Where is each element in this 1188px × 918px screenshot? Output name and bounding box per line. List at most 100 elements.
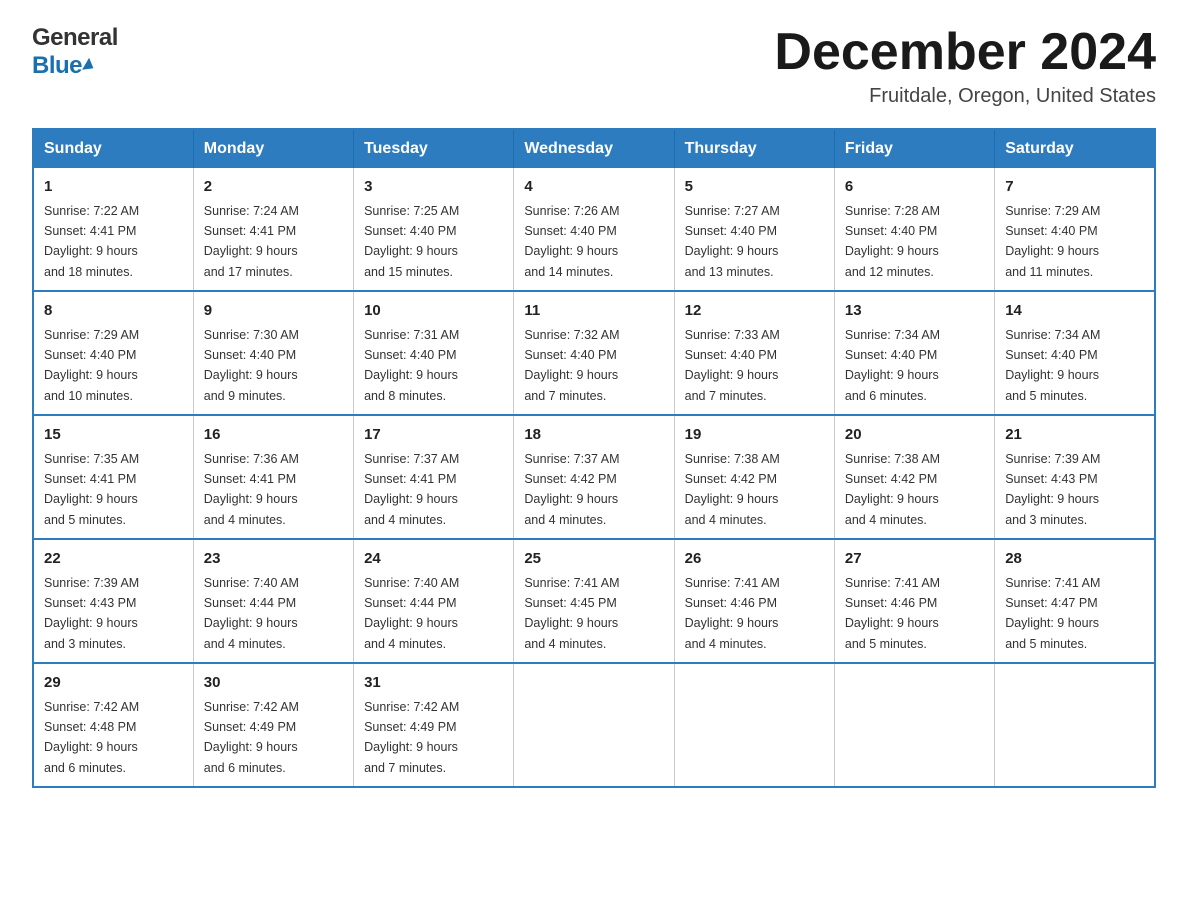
day-info: Sunrise: 7:34 AMSunset: 4:40 PMDaylight:… [845, 328, 940, 403]
title-area: December 2024 Fruitdale, Oregon, United … [774, 24, 1156, 108]
day-info: Sunrise: 7:42 AMSunset: 4:49 PMDaylight:… [204, 700, 299, 775]
day-number: 8 [44, 300, 183, 323]
column-header-tuesday: Tuesday [354, 129, 514, 168]
day-info: Sunrise: 7:42 AMSunset: 4:48 PMDaylight:… [44, 700, 139, 775]
calendar-cell: 4 Sunrise: 7:26 AMSunset: 4:40 PMDayligh… [514, 168, 674, 291]
day-number: 9 [204, 300, 343, 323]
calendar-cell: 30 Sunrise: 7:42 AMSunset: 4:49 PMDaylig… [193, 663, 353, 787]
day-number: 25 [524, 548, 663, 571]
calendar-cell: 2 Sunrise: 7:24 AMSunset: 4:41 PMDayligh… [193, 168, 353, 291]
calendar-cell [995, 663, 1155, 787]
day-number: 2 [204, 176, 343, 199]
calendar-cell: 1 Sunrise: 7:22 AMSunset: 4:41 PMDayligh… [33, 168, 193, 291]
day-number: 21 [1005, 424, 1144, 447]
day-info: Sunrise: 7:41 AMSunset: 4:47 PMDaylight:… [1005, 576, 1100, 651]
calendar-cell: 29 Sunrise: 7:42 AMSunset: 4:48 PMDaylig… [33, 663, 193, 787]
day-number: 17 [364, 424, 503, 447]
day-number: 26 [685, 548, 824, 571]
calendar-week-row: 1 Sunrise: 7:22 AMSunset: 4:41 PMDayligh… [33, 168, 1155, 291]
day-info: Sunrise: 7:40 AMSunset: 4:44 PMDaylight:… [204, 576, 299, 651]
day-info: Sunrise: 7:40 AMSunset: 4:44 PMDaylight:… [364, 576, 459, 651]
day-info: Sunrise: 7:34 AMSunset: 4:40 PMDaylight:… [1005, 328, 1100, 403]
calendar-cell: 11 Sunrise: 7:32 AMSunset: 4:40 PMDaylig… [514, 291, 674, 415]
day-number: 10 [364, 300, 503, 323]
day-number: 5 [685, 176, 824, 199]
month-title: December 2024 [774, 24, 1156, 81]
calendar-cell: 25 Sunrise: 7:41 AMSunset: 4:45 PMDaylig… [514, 539, 674, 663]
page-header: General Blue December 2024 Fruitdale, Or… [32, 24, 1156, 108]
calendar-cell: 12 Sunrise: 7:33 AMSunset: 4:40 PMDaylig… [674, 291, 834, 415]
column-header-thursday: Thursday [674, 129, 834, 168]
day-info: Sunrise: 7:33 AMSunset: 4:40 PMDaylight:… [685, 328, 780, 403]
day-number: 15 [44, 424, 183, 447]
day-info: Sunrise: 7:26 AMSunset: 4:40 PMDaylight:… [524, 204, 619, 279]
day-number: 22 [44, 548, 183, 571]
calendar-cell: 5 Sunrise: 7:27 AMSunset: 4:40 PMDayligh… [674, 168, 834, 291]
day-info: Sunrise: 7:39 AMSunset: 4:43 PMDaylight:… [44, 576, 139, 651]
day-number: 29 [44, 672, 183, 695]
calendar-cell [834, 663, 994, 787]
calendar-cell: 8 Sunrise: 7:29 AMSunset: 4:40 PMDayligh… [33, 291, 193, 415]
day-number: 4 [524, 176, 663, 199]
calendar-week-row: 22 Sunrise: 7:39 AMSunset: 4:43 PMDaylig… [33, 539, 1155, 663]
day-number: 27 [845, 548, 984, 571]
day-info: Sunrise: 7:42 AMSunset: 4:49 PMDaylight:… [364, 700, 459, 775]
calendar-cell: 16 Sunrise: 7:36 AMSunset: 4:41 PMDaylig… [193, 415, 353, 539]
day-info: Sunrise: 7:41 AMSunset: 4:46 PMDaylight:… [845, 576, 940, 651]
day-info: Sunrise: 7:38 AMSunset: 4:42 PMDaylight:… [685, 452, 780, 527]
calendar-table: SundayMondayTuesdayWednesdayThursdayFrid… [32, 128, 1156, 788]
day-number: 20 [845, 424, 984, 447]
logo: General Blue [32, 24, 118, 80]
calendar-week-row: 8 Sunrise: 7:29 AMSunset: 4:40 PMDayligh… [33, 291, 1155, 415]
calendar-week-row: 15 Sunrise: 7:35 AMSunset: 4:41 PMDaylig… [33, 415, 1155, 539]
calendar-cell [674, 663, 834, 787]
day-info: Sunrise: 7:38 AMSunset: 4:42 PMDaylight:… [845, 452, 940, 527]
day-info: Sunrise: 7:24 AMSunset: 4:41 PMDaylight:… [204, 204, 299, 279]
calendar-cell: 26 Sunrise: 7:41 AMSunset: 4:46 PMDaylig… [674, 539, 834, 663]
day-number: 13 [845, 300, 984, 323]
calendar-header-row: SundayMondayTuesdayWednesdayThursdayFrid… [33, 129, 1155, 168]
day-number: 24 [364, 548, 503, 571]
day-number: 6 [845, 176, 984, 199]
logo-blue-row: Blue [32, 52, 118, 80]
calendar-cell: 13 Sunrise: 7:34 AMSunset: 4:40 PMDaylig… [834, 291, 994, 415]
column-header-saturday: Saturday [995, 129, 1155, 168]
calendar-cell: 24 Sunrise: 7:40 AMSunset: 4:44 PMDaylig… [354, 539, 514, 663]
day-number: 1 [44, 176, 183, 199]
day-info: Sunrise: 7:31 AMSunset: 4:40 PMDaylight:… [364, 328, 459, 403]
logo-general-text: General [32, 24, 118, 52]
day-info: Sunrise: 7:29 AMSunset: 4:40 PMDaylight:… [1005, 204, 1100, 279]
day-number: 7 [1005, 176, 1144, 199]
day-number: 28 [1005, 548, 1144, 571]
column-header-wednesday: Wednesday [514, 129, 674, 168]
calendar-cell: 19 Sunrise: 7:38 AMSunset: 4:42 PMDaylig… [674, 415, 834, 539]
calendar-cell: 14 Sunrise: 7:34 AMSunset: 4:40 PMDaylig… [995, 291, 1155, 415]
day-number: 31 [364, 672, 503, 695]
calendar-cell: 7 Sunrise: 7:29 AMSunset: 4:40 PMDayligh… [995, 168, 1155, 291]
day-info: Sunrise: 7:35 AMSunset: 4:41 PMDaylight:… [44, 452, 139, 527]
day-number: 11 [524, 300, 663, 323]
day-number: 23 [204, 548, 343, 571]
day-number: 30 [204, 672, 343, 695]
calendar-cell: 17 Sunrise: 7:37 AMSunset: 4:41 PMDaylig… [354, 415, 514, 539]
day-info: Sunrise: 7:37 AMSunset: 4:42 PMDaylight:… [524, 452, 619, 527]
day-info: Sunrise: 7:25 AMSunset: 4:40 PMDaylight:… [364, 204, 459, 279]
column-header-sunday: Sunday [33, 129, 193, 168]
column-header-monday: Monday [193, 129, 353, 168]
day-info: Sunrise: 7:29 AMSunset: 4:40 PMDaylight:… [44, 328, 139, 403]
calendar-week-row: 29 Sunrise: 7:42 AMSunset: 4:48 PMDaylig… [33, 663, 1155, 787]
calendar-cell: 6 Sunrise: 7:28 AMSunset: 4:40 PMDayligh… [834, 168, 994, 291]
column-header-friday: Friday [834, 129, 994, 168]
day-number: 18 [524, 424, 663, 447]
logo-arrow-icon [82, 58, 97, 75]
day-number: 19 [685, 424, 824, 447]
calendar-cell [514, 663, 674, 787]
day-info: Sunrise: 7:28 AMSunset: 4:40 PMDaylight:… [845, 204, 940, 279]
calendar-cell: 3 Sunrise: 7:25 AMSunset: 4:40 PMDayligh… [354, 168, 514, 291]
calendar-cell: 15 Sunrise: 7:35 AMSunset: 4:41 PMDaylig… [33, 415, 193, 539]
day-info: Sunrise: 7:30 AMSunset: 4:40 PMDaylight:… [204, 328, 299, 403]
day-info: Sunrise: 7:36 AMSunset: 4:41 PMDaylight:… [204, 452, 299, 527]
day-info: Sunrise: 7:32 AMSunset: 4:40 PMDaylight:… [524, 328, 619, 403]
day-info: Sunrise: 7:22 AMSunset: 4:41 PMDaylight:… [44, 204, 139, 279]
calendar-cell: 27 Sunrise: 7:41 AMSunset: 4:46 PMDaylig… [834, 539, 994, 663]
